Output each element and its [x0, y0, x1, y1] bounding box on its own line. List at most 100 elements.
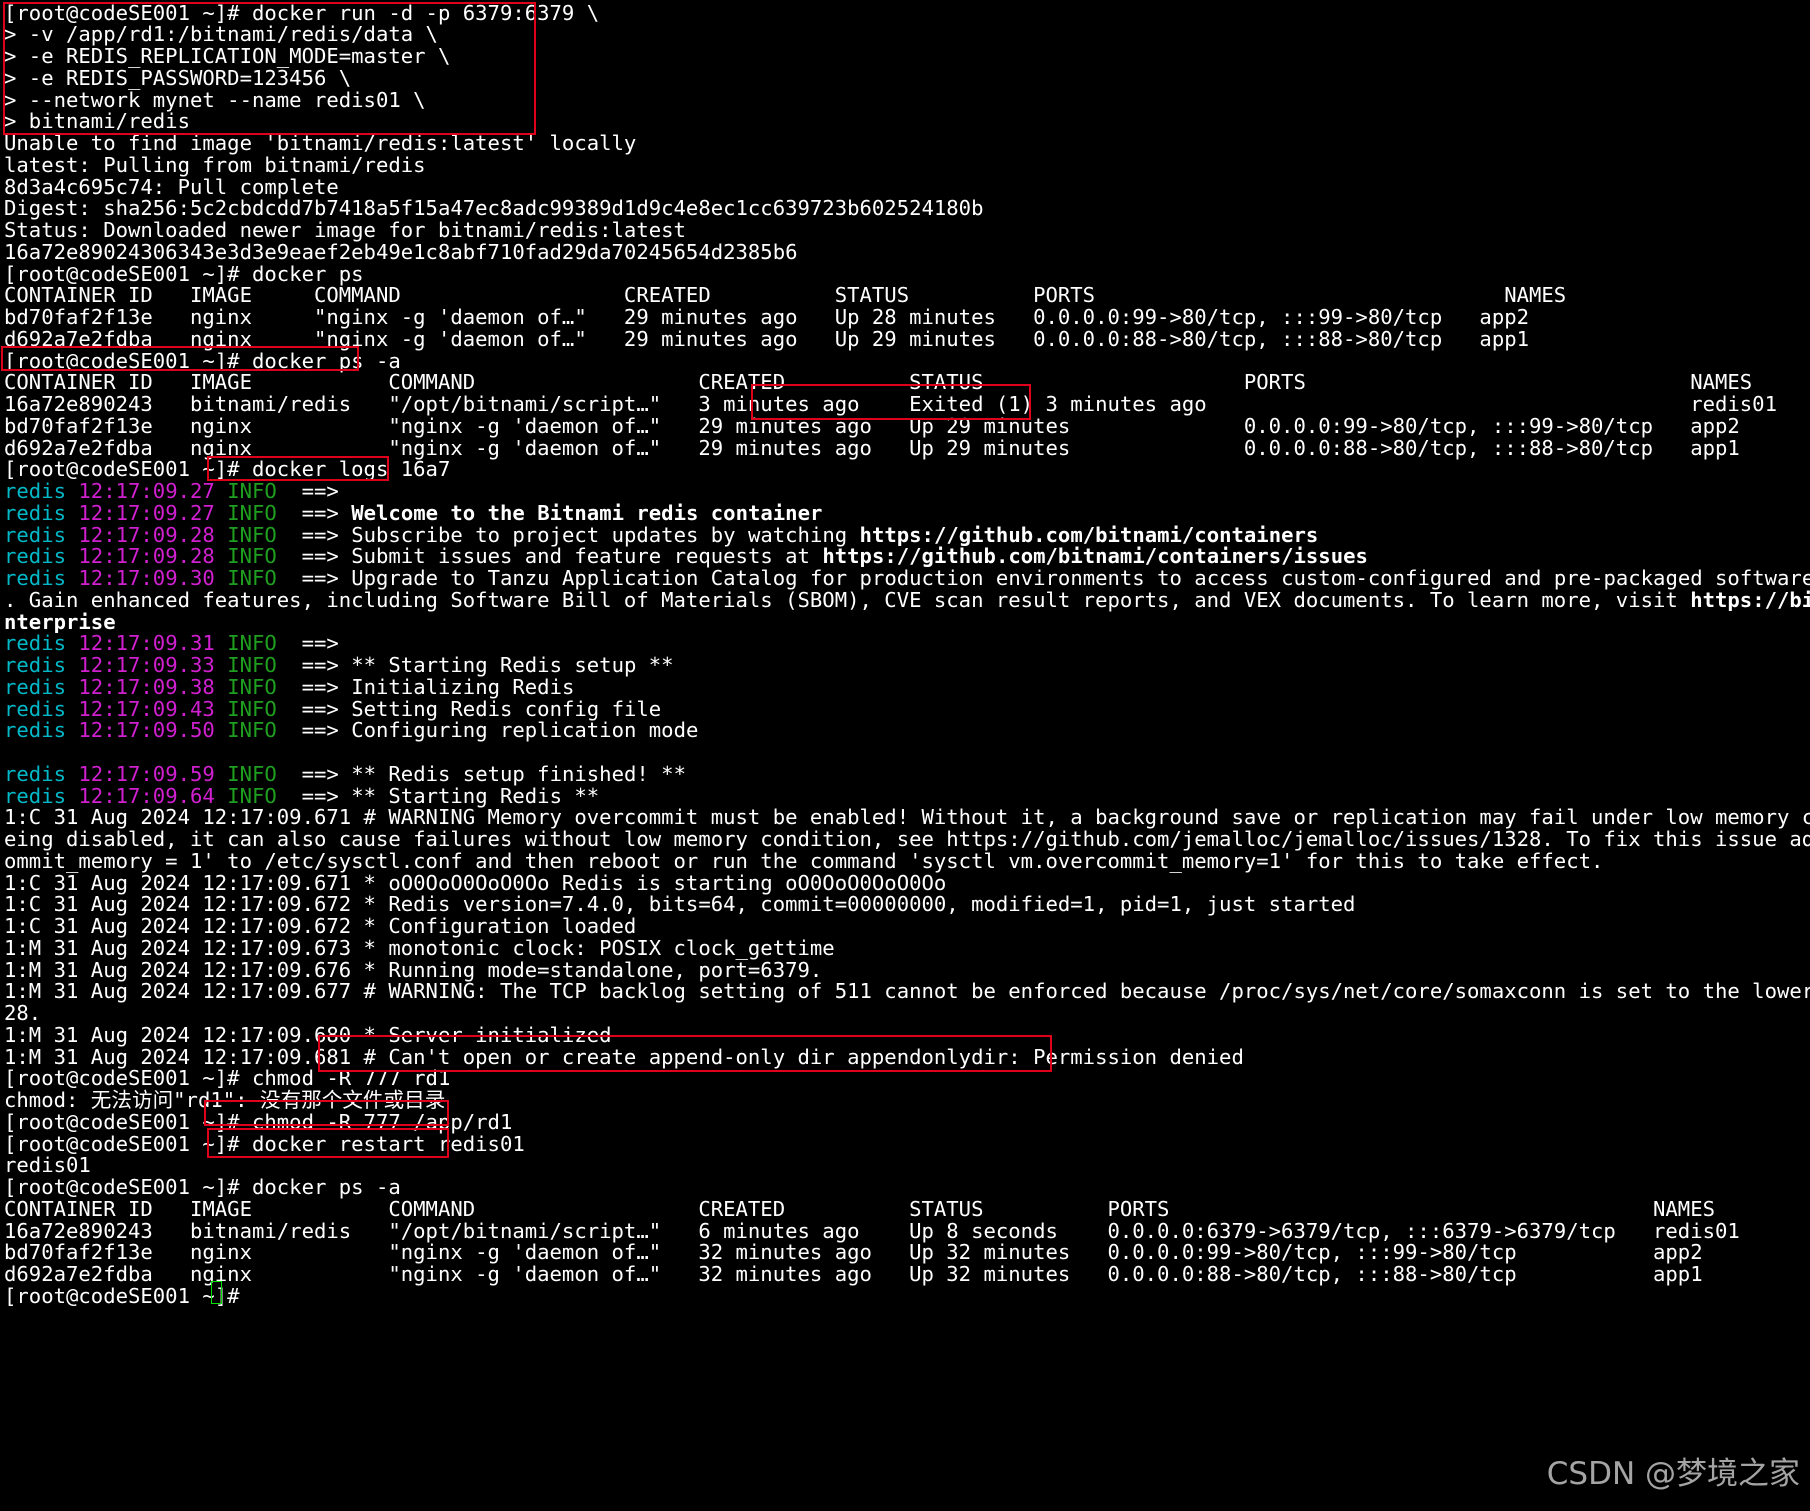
line-text: d692a7e2fdba nginx "nginx -g 'daemon of…… [4, 326, 1530, 351]
line-text: ==> Submit issues and feature requests a… [276, 544, 823, 569]
log-timestamp: 12:17:09.59 [78, 761, 215, 786]
log-source: redis [4, 479, 66, 503]
log-timestamp: 12:17:09.28 [78, 522, 215, 547]
line-text: > -e REDIS_PASSWORD=123456 \ [4, 65, 352, 90]
line-text [215, 631, 227, 655]
line-text: 1:C 31 Aug 2024 12:17:09.671 * oO0OoO0Oo… [4, 870, 947, 895]
line-text: [root@codeSE001 ~]# docker ps -a [4, 1175, 401, 1199]
line-text [66, 762, 78, 786]
line-text: ==> Upgrade to Tanzu Application Catalog… [276, 566, 1810, 590]
line-text: ==> Subscribe to project updates by watc… [276, 522, 860, 547]
log-level: INFO [227, 761, 277, 786]
line-text [215, 718, 227, 742]
log-timestamp: 12:17:09.27 [78, 479, 215, 503]
line-text: ==> Initializing Redis [276, 674, 575, 699]
line-text: 1:M 31 Aug 2024 12:17:09.680 * Server in… [4, 1022, 612, 1047]
log-source: redis [4, 783, 66, 808]
line-text: ommit_memory = 1' to /etc/sysctl.conf an… [4, 848, 1604, 873]
line-text: redis01 [4, 1153, 91, 1178]
log-source: redis [4, 761, 66, 786]
log-source: redis [4, 544, 66, 569]
log-source: redis [4, 653, 66, 677]
line-text: 1:M 31 Aug 2024 12:17:09.673 * monotonic… [4, 935, 835, 960]
line-text [215, 566, 227, 590]
line-text: eing disabled, it can also cause failure… [4, 827, 1810, 851]
line-text: CONTAINER ID IMAGE COMMAND CREATED STATU… [4, 283, 1567, 308]
log-source: redis [4, 522, 66, 547]
log-source: redis [4, 718, 66, 743]
line-text [215, 653, 227, 677]
line-text [215, 675, 227, 699]
line-text: > -v /app/rd1:/bitnami/redis/data \ [4, 22, 438, 47]
log-source: redis [4, 566, 66, 590]
log-timestamp: 12:17:09.27 [78, 500, 215, 525]
line-text: ==> [276, 500, 352, 525]
line-text: chmod: 无法访问"rd1": 没有那个文件或目录 [4, 1088, 446, 1112]
line-text: ==> Configuring replication mode [276, 718, 699, 743]
line-text: 1:C 31 Aug 2024 12:17:09.672 * Redis ver… [4, 892, 1356, 917]
line-text: 28. [4, 1001, 42, 1025]
line-text: [root@codeSE001 ~]# docker restart redis… [4, 1131, 525, 1156]
line-text [215, 544, 227, 568]
bold-text: https://github.com/bitnami/containers [859, 522, 1319, 547]
line-text: > -e REDIS_REPLICATION_MODE=master \ [4, 44, 451, 68]
line-text: 1:C 31 Aug 2024 12:17:09.671 # WARNING M… [4, 805, 1810, 830]
log-level: INFO [227, 566, 277, 590]
line-text: > --network mynet --name redis01 \ [4, 87, 426, 112]
line-text: [root@codeSE001 ~]# docker run -d -p 637… [4, 0, 600, 25]
log-timestamp: 12:17:09.43 [78, 696, 215, 721]
log-timestamp: 12:17:09.64 [78, 783, 215, 808]
csdn-watermark: CSDN @梦境之家 [1546, 1456, 1800, 1492]
line-text: latest: Pulling from bitnami/redis [4, 152, 426, 177]
log-source: redis [4, 674, 66, 699]
line-text [215, 784, 227, 808]
log-timestamp: 12:17:09.28 [78, 544, 215, 569]
log-level: INFO [227, 718, 277, 743]
log-level: INFO [227, 479, 277, 503]
log-timestamp: 12:17:09.38 [78, 674, 215, 699]
line-text [66, 479, 78, 503]
bold-text: https://github.com/bitnami/containers/is… [822, 544, 1368, 569]
line-text: [root@codeSE001 ~]# chmod -R 777 /app/rd… [4, 1109, 513, 1134]
line-text: Unable to find image 'bitnami/redis:late… [4, 131, 637, 155]
line-text: Digest: sha256:5c2cbdcdd7b7418a5f15a47ec… [4, 196, 984, 221]
line-text: 1:C 31 Aug 2024 12:17:09.672 * Configura… [4, 914, 637, 938]
bold-text: https://bitnam [1690, 587, 1810, 612]
line-text: . Gain enhanced features, including Soft… [4, 587, 1691, 612]
line-text: bd70faf2f13e nginx "nginx -g 'daemon of…… [4, 305, 1530, 329]
line-text [66, 784, 78, 808]
line-text [215, 479, 227, 503]
line-text [66, 523, 78, 547]
log-source: redis [4, 500, 66, 525]
log-level: INFO [227, 522, 277, 547]
bold-text: nterprise [4, 609, 116, 634]
line-text [66, 653, 78, 677]
terminal-cursor [211, 1281, 222, 1304]
line-text: ==> [276, 479, 352, 503]
line-text: bd70faf2f13e nginx "nginx -g 'daemon of…… [4, 1240, 1703, 1265]
log-timestamp: 12:17:09.50 [78, 718, 215, 743]
line-text: [root@codeSE001 ~]# docker ps [4, 261, 364, 286]
line-text: ==> Setting Redis config file [276, 696, 662, 721]
line-text [66, 675, 78, 699]
log-source: redis [4, 631, 66, 656]
line-text [66, 566, 78, 590]
terminal-line: 1:M 31 Aug 2024 12:17:09.677 # WARNING: … [4, 979, 1810, 1004]
bold-text: Welcome to the Bitnami redis container [351, 500, 823, 525]
line-text: 16a72e890243 bitnami/redis "/opt/bitnami… [4, 1218, 1740, 1243]
log-level: INFO [227, 783, 277, 808]
line-text [66, 501, 78, 525]
line-text: d692a7e2fdba nginx "nginx -g 'daemon of…… [4, 1262, 1703, 1286]
line-text: ==> [276, 631, 352, 656]
line-text [215, 523, 227, 547]
line-text: 1:M 31 Aug 2024 12:17:09.677 # WARNING: … [4, 979, 1810, 1004]
line-text: 1:M 31 Aug 2024 12:17:09.676 * Running m… [4, 957, 823, 982]
line-text: [root@codeSE001 ~]# chmod -R 777 rd1 [4, 1066, 451, 1091]
line-text: ==> ** Starting Redis setup ** [276, 653, 674, 677]
line-text: Status: Downloaded newer image for bitna… [4, 218, 686, 242]
terminal-window[interactable]: [root@codeSE001 ~]# docker run -d -p 637… [0, 0, 1810, 1511]
line-text: CONTAINER ID IMAGE COMMAND CREATED STATU… [4, 370, 1753, 395]
log-timestamp: 12:17:09.30 [78, 566, 215, 590]
line-text: 16a72e89024306343e3d3e9eaef2eb49e1c8abf7… [4, 239, 798, 264]
terminal-line: redis 12:17:09.50 INFO ==> Configuring r… [4, 718, 698, 743]
